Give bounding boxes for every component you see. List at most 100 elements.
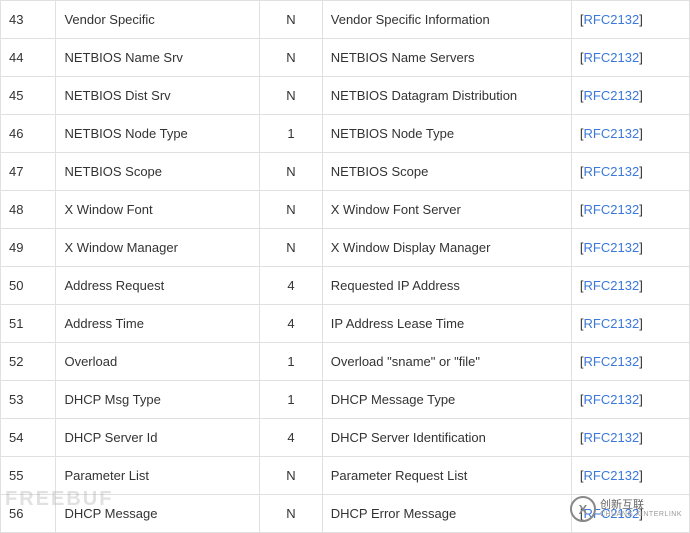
rfc-link[interactable]: RFC2132: [584, 430, 640, 445]
option-description: NETBIOS Datagram Distribution: [322, 77, 571, 115]
table-row: 56DHCP MessageNDHCP Error Message[RFC213…: [1, 495, 690, 533]
option-number: 55: [1, 457, 56, 495]
option-number: 44: [1, 39, 56, 77]
option-number: 53: [1, 381, 56, 419]
rfc-link[interactable]: RFC2132: [584, 468, 640, 483]
option-reference-cell: [RFC2132]: [571, 381, 689, 419]
bracket-close: ]: [639, 126, 643, 141]
bracket-close: ]: [639, 240, 643, 255]
bracket-close: ]: [639, 316, 643, 331]
option-reference-cell: [RFC2132]: [571, 343, 689, 381]
option-description: Vendor Specific Information: [322, 1, 571, 39]
bracket-close: ]: [639, 202, 643, 217]
option-number: 48: [1, 191, 56, 229]
option-reference-cell: [RFC2132]: [571, 115, 689, 153]
option-description: X Window Display Manager: [322, 229, 571, 267]
option-reference-cell: [RFC2132]: [571, 419, 689, 457]
option-number: 46: [1, 115, 56, 153]
option-description: Parameter Request List: [322, 457, 571, 495]
option-name: NETBIOS Node Type: [56, 115, 260, 153]
rfc-link[interactable]: RFC2132: [584, 12, 640, 27]
bracket-close: ]: [639, 354, 643, 369]
option-length: 4: [260, 419, 323, 457]
option-reference-cell: [RFC2132]: [571, 77, 689, 115]
option-reference-cell: [RFC2132]: [571, 495, 689, 533]
option-description: Requested IP Address: [322, 267, 571, 305]
rfc-link[interactable]: RFC2132: [584, 354, 640, 369]
option-length: N: [260, 229, 323, 267]
option-number: 43: [1, 1, 56, 39]
option-name: Parameter List: [56, 457, 260, 495]
option-reference-cell: [RFC2132]: [571, 305, 689, 343]
option-description: NETBIOS Node Type: [322, 115, 571, 153]
bracket-close: ]: [639, 392, 643, 407]
table-row: 48X Window FontNX Window Font Server[RFC…: [1, 191, 690, 229]
option-length: N: [260, 457, 323, 495]
bracket-close: ]: [639, 88, 643, 103]
option-length: N: [260, 191, 323, 229]
bracket-close: ]: [639, 12, 643, 27]
option-name: DHCP Server Id: [56, 419, 260, 457]
table-row: 54DHCP Server Id4DHCP Server Identificat…: [1, 419, 690, 457]
option-length: 4: [260, 267, 323, 305]
option-description: IP Address Lease Time: [322, 305, 571, 343]
option-length: N: [260, 39, 323, 77]
rfc-link[interactable]: RFC2132: [584, 126, 640, 141]
option-number: 51: [1, 305, 56, 343]
option-length: 1: [260, 381, 323, 419]
rfc-link[interactable]: RFC2132: [584, 164, 640, 179]
table-row: 49X Window ManagerNX Window Display Mana…: [1, 229, 690, 267]
option-description: Overload "sname" or "file": [322, 343, 571, 381]
option-number: 45: [1, 77, 56, 115]
option-reference-cell: [RFC2132]: [571, 39, 689, 77]
option-number: 47: [1, 153, 56, 191]
option-description: DHCP Error Message: [322, 495, 571, 533]
rfc-link[interactable]: RFC2132: [584, 202, 640, 217]
bracket-close: ]: [639, 430, 643, 445]
option-name: DHCP Message: [56, 495, 260, 533]
rfc-link[interactable]: RFC2132: [584, 50, 640, 65]
option-name: X Window Manager: [56, 229, 260, 267]
option-name: X Window Font: [56, 191, 260, 229]
bracket-close: ]: [639, 468, 643, 483]
option-length: 1: [260, 115, 323, 153]
option-reference-cell: [RFC2132]: [571, 267, 689, 305]
option-description: NETBIOS Name Servers: [322, 39, 571, 77]
option-length: N: [260, 153, 323, 191]
option-length: N: [260, 77, 323, 115]
option-name: NETBIOS Name Srv: [56, 39, 260, 77]
option-length: N: [260, 495, 323, 533]
rfc-link[interactable]: RFC2132: [584, 88, 640, 103]
table-row: 50Address Request4Requested IP Address[R…: [1, 267, 690, 305]
option-description: NETBIOS Scope: [322, 153, 571, 191]
table-row: 52Overload1Overload "sname" or "file"[RF…: [1, 343, 690, 381]
option-name: NETBIOS Scope: [56, 153, 260, 191]
rfc-link[interactable]: RFC2132: [584, 240, 640, 255]
option-name: Address Time: [56, 305, 260, 343]
rfc-link[interactable]: RFC2132: [584, 506, 640, 521]
rfc-link[interactable]: RFC2132: [584, 392, 640, 407]
option-description: DHCP Server Identification: [322, 419, 571, 457]
option-length: 1: [260, 343, 323, 381]
table-row: 47NETBIOS ScopeNNETBIOS Scope[RFC2132]: [1, 153, 690, 191]
rfc-link[interactable]: RFC2132: [584, 316, 640, 331]
option-name: Vendor Specific: [56, 1, 260, 39]
option-name: NETBIOS Dist Srv: [56, 77, 260, 115]
option-reference-cell: [RFC2132]: [571, 153, 689, 191]
option-description: X Window Font Server: [322, 191, 571, 229]
option-reference-cell: [RFC2132]: [571, 457, 689, 495]
option-length: 4: [260, 305, 323, 343]
bracket-close: ]: [639, 164, 643, 179]
bracket-close: ]: [639, 506, 643, 521]
option-name: Overload: [56, 343, 260, 381]
table-row: 53DHCP Msg Type1DHCP Message Type[RFC213…: [1, 381, 690, 419]
option-description: DHCP Message Type: [322, 381, 571, 419]
table-row: 45NETBIOS Dist SrvNNETBIOS Datagram Dist…: [1, 77, 690, 115]
rfc-link[interactable]: RFC2132: [584, 278, 640, 293]
bracket-close: ]: [639, 50, 643, 65]
option-reference-cell: [RFC2132]: [571, 1, 689, 39]
option-number: 50: [1, 267, 56, 305]
table-row: 43Vendor SpecificNVendor Specific Inform…: [1, 1, 690, 39]
option-name: DHCP Msg Type: [56, 381, 260, 419]
option-number: 49: [1, 229, 56, 267]
